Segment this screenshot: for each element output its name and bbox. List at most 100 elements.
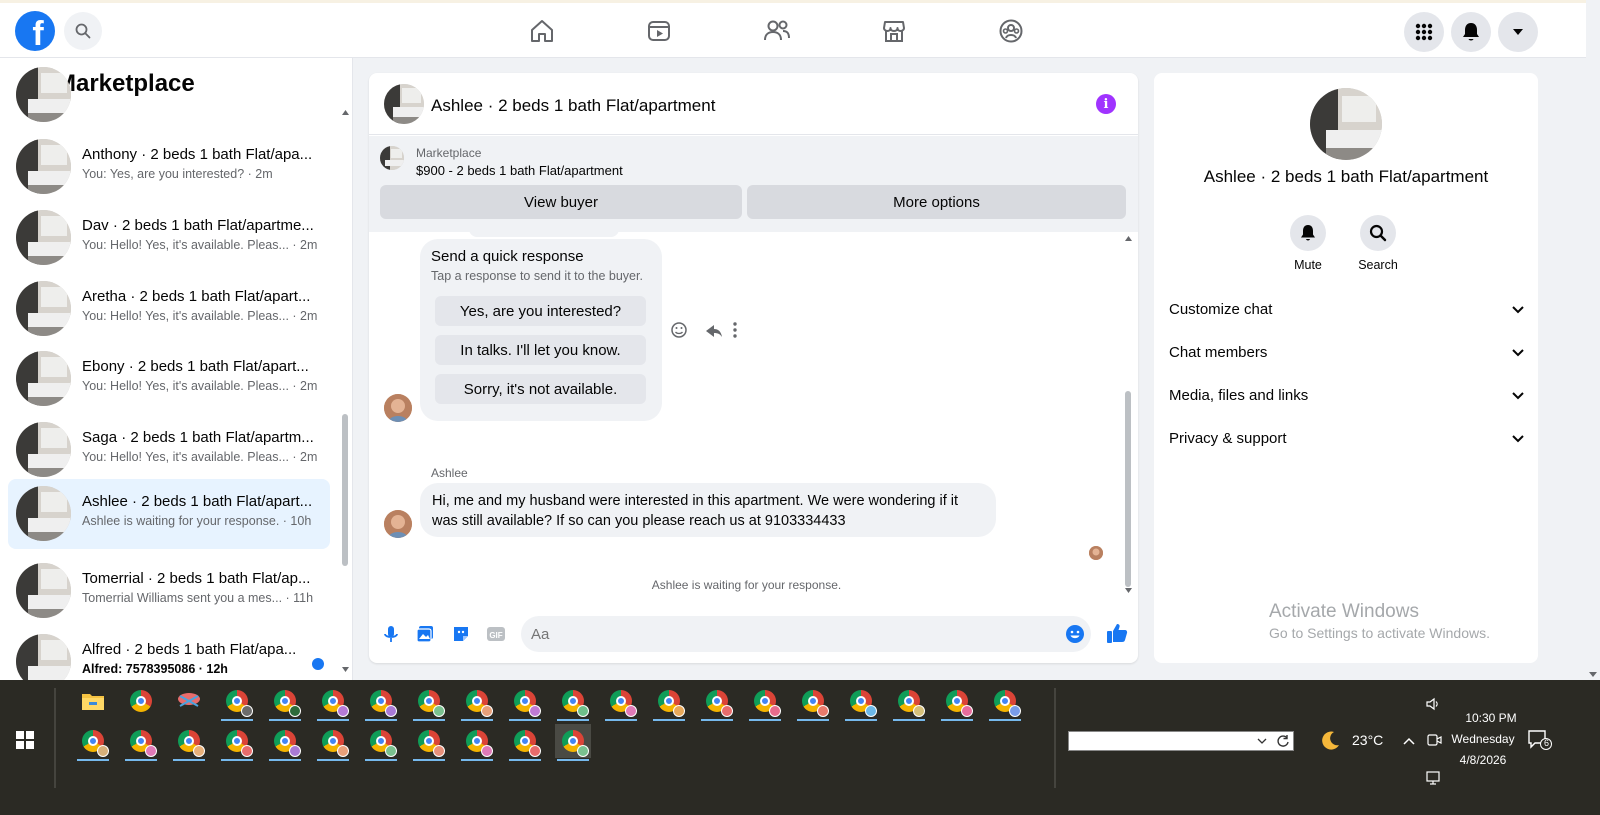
info-icon[interactable]: i	[1096, 94, 1116, 114]
windows-start-icon[interactable]	[16, 731, 34, 749]
list-item[interactable]	[8, 60, 330, 130]
conversation-name: Dav · 2 beds 1 bath Flat/apartme...	[82, 217, 314, 234]
conversation-item-ashlee[interactable]: Ashlee · 2 beds 1 bath Flat/apart... Ash…	[8, 479, 330, 549]
chrome-profile-icon[interactable]	[219, 684, 255, 721]
clock-time[interactable]: 10:30 PM	[1456, 711, 1526, 725]
emoji-icon[interactable]	[1065, 624, 1085, 644]
temperature[interactable]: 23°C	[1352, 732, 1383, 748]
media-files-links-section[interactable]: Media, files and links	[1169, 380, 1525, 410]
chrome-profile-icon[interactable]	[315, 724, 351, 761]
chrome-profile-icon[interactable]	[747, 684, 783, 721]
like-thumb-icon[interactable]	[1105, 621, 1129, 645]
conversation-item-aretha[interactable]: Aretha · 2 beds 1 bath Flat/apart... You…	[8, 274, 330, 344]
react-emoji-icon	[671, 322, 687, 338]
buyer-avatar[interactable]	[384, 510, 412, 538]
marketplace-icon[interactable]	[880, 17, 908, 45]
clock-day[interactable]: Wednesday	[1448, 732, 1518, 746]
menu-grid-icon[interactable]	[1404, 12, 1444, 52]
chrome-profile-icon[interactable]	[507, 684, 543, 721]
search-action[interactable]: Search	[1348, 215, 1408, 272]
chrome-profile-icon[interactable]	[363, 724, 399, 761]
chrome-icon[interactable]	[123, 684, 159, 718]
listing-thumbnail	[16, 486, 71, 541]
moon-weather-icon[interactable]	[1318, 729, 1342, 753]
facebook-logo-icon[interactable]: f	[15, 11, 55, 51]
buyer-avatar[interactable]	[384, 394, 412, 422]
chrome-profile-icon-active[interactable]	[555, 724, 591, 761]
microphone-icon[interactable]	[381, 624, 401, 644]
chrome-profile-icon[interactable]	[939, 684, 975, 721]
clock-date[interactable]: 4/8/2026	[1448, 753, 1518, 767]
chrome-profile-icon[interactable]	[315, 684, 351, 721]
chrome-profile-icon[interactable]	[987, 684, 1023, 721]
chrome-profile-icon[interactable]	[843, 684, 879, 721]
conversation-item-ebony[interactable]: Ebony · 2 beds 1 bath Flat/apart... You:…	[8, 344, 330, 414]
chrome-profile-icon[interactable]	[363, 684, 399, 721]
quick-response-option[interactable]: Sorry, it's not available.	[435, 374, 646, 404]
meet-now-icon[interactable]	[1426, 732, 1442, 748]
sidebar-scrollbar[interactable]	[341, 108, 350, 676]
chrome-profile-icon[interactable]	[123, 724, 159, 761]
chat-title[interactable]: Ashlee · 2 beds 1 bath Flat/apartment	[431, 96, 715, 116]
video-icon[interactable]	[645, 17, 673, 45]
chrome-profile-icon[interactable]	[219, 724, 255, 761]
photo-icon[interactable]	[415, 624, 435, 644]
file-explorer-icon[interactable]	[75, 684, 111, 718]
message-input[interactable]	[531, 624, 1051, 644]
chrome-profile-icon[interactable]	[411, 724, 447, 761]
chrome-profile-icon[interactable]	[459, 684, 495, 721]
conversation-preview: You: Hello! Yes, it's available. Pleas..…	[82, 379, 318, 393]
account-dropdown-icon[interactable]	[1498, 12, 1538, 52]
view-buyer-button[interactable]: View buyer	[380, 185, 742, 219]
customize-chat-section[interactable]: Customize chat	[1169, 294, 1525, 324]
chrome-profile-icon[interactable]	[75, 724, 111, 761]
chrome-profile-icon[interactable]	[651, 684, 687, 721]
message-bubble[interactable]: Hi, me and my husband were interested in…	[420, 483, 996, 537]
conversation-item-anthony[interactable]: Anthony · 2 beds 1 bath Flat/apa... You:…	[8, 132, 330, 202]
chrome-profile-icon[interactable]	[267, 724, 303, 761]
groups-icon[interactable]	[997, 17, 1025, 45]
quick-response-option[interactable]: Yes, are you interested?	[435, 296, 646, 326]
chat-scroll-thumb[interactable]	[1125, 391, 1131, 587]
listing-avatar[interactable]	[1310, 88, 1382, 160]
speaker-icon[interactable]	[1425, 696, 1441, 712]
sidebar-scroll-thumb[interactable]	[342, 414, 348, 566]
conversation-name: Ashlee · 2 beds 1 bath Flat/apart...	[82, 493, 313, 510]
chrome-profile-icon[interactable]	[891, 684, 927, 721]
chat-members-section[interactable]: Chat members	[1169, 337, 1525, 367]
chat-avatar[interactable]	[384, 84, 424, 124]
chrome-profile-icon[interactable]	[459, 724, 495, 761]
conversation-item-saga[interactable]: Saga · 2 beds 1 bath Flat/apartm... You:…	[8, 415, 330, 485]
notifications-bell-icon[interactable]	[1451, 12, 1491, 52]
search-icon[interactable]	[64, 12, 102, 50]
mute-bell-icon[interactable]	[1290, 215, 1326, 251]
chrome-profile-icon[interactable]	[171, 724, 207, 761]
chrome-profile-icon[interactable]	[267, 684, 303, 721]
chrome-profile-icon[interactable]	[507, 724, 543, 761]
conversation-item-tomerrial[interactable]: Tomerrial · 2 beds 1 bath Flat/ap... Tom…	[8, 556, 330, 626]
message-actions	[669, 320, 749, 340]
chrome-profile-icon[interactable]	[699, 684, 735, 721]
chevron-up-icon[interactable]	[1402, 733, 1416, 745]
more-options-button[interactable]: More options	[747, 185, 1126, 219]
page-scrollbar[interactable]	[1586, 58, 1600, 680]
privacy-support-section[interactable]: Privacy & support	[1169, 423, 1525, 453]
snipping-tool-icon[interactable]	[171, 684, 207, 718]
taskbar-address-box[interactable]	[1068, 731, 1294, 751]
chrome-profile-icon[interactable]	[795, 684, 831, 721]
search-icon[interactable]	[1360, 215, 1396, 251]
chrome-profile-icon[interactable]	[603, 684, 639, 721]
sticker-icon[interactable]	[451, 624, 471, 644]
mute-action[interactable]: Mute	[1278, 215, 1338, 272]
chrome-profile-icon[interactable]	[555, 684, 591, 721]
conversation-item-alfred[interactable]: Alfred · 2 beds 1 bath Flat/apa... Alfre…	[8, 627, 330, 680]
chrome-profile-icon[interactable]	[411, 684, 447, 721]
gif-icon[interactable]: GIF	[486, 624, 506, 644]
notification-center-icon[interactable]: 6	[1528, 730, 1552, 750]
home-icon[interactable]	[528, 17, 556, 45]
conversation-item-dav[interactable]: Dav · 2 beds 1 bath Flat/apartme... You:…	[8, 203, 330, 273]
network-icon[interactable]	[1425, 770, 1441, 786]
listing-title[interactable]: $900 - 2 beds 1 bath Flat/apartment	[416, 163, 623, 178]
friends-icon[interactable]	[763, 17, 791, 45]
quick-response-option[interactable]: In talks. I'll let you know.	[435, 335, 646, 365]
